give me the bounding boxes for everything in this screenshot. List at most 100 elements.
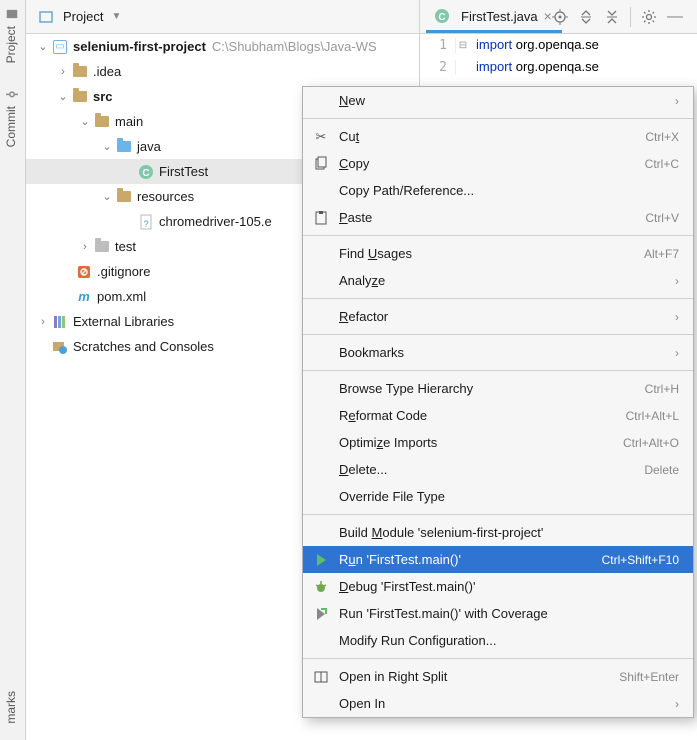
- separator: [303, 235, 693, 236]
- ctx-cut[interactable]: ✂CutCtrl+X: [303, 123, 693, 150]
- separator: [303, 658, 693, 659]
- label: Open In: [339, 696, 665, 711]
- chevron-down-icon[interactable]: ⌄: [56, 90, 70, 104]
- sidebar-tab-project[interactable]: Project: [0, 0, 22, 71]
- label: Run 'FirstTest.main()' with Coverage: [339, 606, 679, 621]
- label: Modify Run Configuration...: [339, 633, 679, 648]
- code-line: 1 ⊟ import org.openqa.se: [420, 34, 697, 56]
- paste-icon: [313, 210, 329, 226]
- run-icon: [313, 552, 329, 568]
- tree-node-root[interactable]: ⌄ ▭ selenium-first-project C:\Shubham\Bl…: [26, 34, 419, 59]
- root-path: C:\Shubham\Blogs\Java-WS: [212, 39, 377, 54]
- ctx-debug[interactable]: Debug 'FirstTest.main()': [303, 573, 693, 600]
- resources-folder-icon: [116, 189, 132, 205]
- ctx-delete[interactable]: Delete...Delete: [303, 456, 693, 483]
- sidebar-tab-bookmarks[interactable]: marks: [0, 683, 22, 732]
- close-icon[interactable]: ×: [544, 8, 552, 24]
- editor: C FirstTest.java × 1 ⊟ import org.openqa…: [419, 0, 697, 90]
- chevron-down-icon[interactable]: ⌄: [100, 140, 114, 154]
- line-number: 2: [420, 60, 456, 75]
- svg-text:C: C: [438, 12, 445, 23]
- ctx-copy-path[interactable]: Copy Path/Reference...: [303, 177, 693, 204]
- label: Browse Type Hierarchy: [339, 381, 635, 396]
- maven-icon: m: [76, 289, 92, 305]
- ctx-open-right-split[interactable]: Open in Right Split Shift+Enter: [303, 663, 693, 690]
- folder-icon: [94, 239, 110, 255]
- chevron-down-icon[interactable]: ⌄: [78, 115, 92, 129]
- ctx-reformat-code[interactable]: Reformat CodeCtrl+Alt+L: [303, 402, 693, 429]
- project-tab-label: Project: [4, 26, 18, 63]
- file-unknown-icon: ?: [138, 214, 154, 230]
- source-folder-icon: [116, 139, 132, 155]
- chevron-right-icon[interactable]: ›: [36, 315, 50, 329]
- project-view-label: Project: [63, 9, 103, 24]
- split-icon: [313, 669, 329, 685]
- ctx-build-module[interactable]: Build Module 'selenium-first-project': [303, 519, 693, 546]
- ctx-run[interactable]: Run 'FirstTest.main()'Ctrl+Shift+F10: [303, 546, 693, 573]
- node-label: .gitignore: [97, 264, 150, 279]
- tree-node-idea[interactable]: › .idea: [26, 59, 419, 84]
- project-view-selector[interactable]: Project ▼: [32, 7, 127, 27]
- bookmarks-tab-label: marks: [4, 691, 18, 724]
- code-line: 2 import org.openqa.se: [420, 56, 697, 78]
- shortcut: Ctrl+C: [645, 157, 679, 171]
- label: Override File Type: [339, 489, 679, 504]
- svg-text:?: ?: [143, 219, 148, 229]
- shortcut: Ctrl+Alt+O: [623, 436, 679, 450]
- node-label: src: [93, 89, 113, 104]
- label: Copy Path/Reference...: [339, 183, 679, 198]
- class-icon: C: [434, 8, 450, 24]
- separator: [303, 298, 693, 299]
- dropdown-icon: ▼: [111, 11, 121, 22]
- ctx-new[interactable]: New›: [303, 87, 693, 114]
- project-icon: [5, 8, 17, 20]
- node-label: test: [115, 239, 136, 254]
- scratches-icon: [52, 339, 68, 355]
- ctx-override-filetype[interactable]: Override File Type: [303, 483, 693, 510]
- submenu-arrow-icon: ›: [675, 310, 679, 324]
- submenu-arrow-icon: ›: [675, 346, 679, 360]
- ctx-browse-hierarchy[interactable]: Browse Type HierarchyCtrl+H: [303, 375, 693, 402]
- ctx-paste[interactable]: PasteCtrl+V: [303, 204, 693, 231]
- shortcut: Ctrl+Alt+L: [626, 409, 679, 423]
- code-area[interactable]: 1 ⊟ import org.openqa.se 2 import org.op…: [420, 34, 697, 78]
- ctx-run-coverage[interactable]: Run 'FirstTest.main()' with Coverage: [303, 600, 693, 627]
- chevron-right-icon[interactable]: ›: [78, 240, 92, 254]
- cut-icon: ✂: [313, 129, 329, 145]
- node-label: java: [137, 139, 161, 154]
- ctx-analyze[interactable]: Analyze›: [303, 267, 693, 294]
- chevron-down-icon[interactable]: ⌄: [100, 190, 114, 204]
- ctx-bookmarks[interactable]: Bookmarks›: [303, 339, 693, 366]
- folder-icon: [94, 114, 110, 130]
- separator: [303, 334, 693, 335]
- ctx-refactor[interactable]: Refactor›: [303, 303, 693, 330]
- ctx-optimize-imports[interactable]: Optimize ImportsCtrl+Alt+O: [303, 429, 693, 456]
- debug-icon: [313, 579, 329, 595]
- chevron-down-icon[interactable]: ⌄: [36, 40, 50, 54]
- editor-tab-bar: C FirstTest.java ×: [420, 0, 697, 34]
- node-label: FirstTest: [159, 164, 208, 179]
- submenu-arrow-icon: ›: [675, 94, 679, 108]
- coverage-icon: [313, 606, 329, 622]
- svg-text:C: C: [142, 168, 149, 179]
- shortcut: Shift+Enter: [619, 670, 679, 684]
- editor-tab-firsttest[interactable]: C FirstTest.java ×: [426, 2, 562, 33]
- context-menu: New› ✂CutCtrl+X CopyCtrl+C Copy Path/Ref…: [302, 86, 694, 718]
- sidebar-tab-commit[interactable]: Commit: [0, 80, 22, 155]
- chevron-right-icon[interactable]: ›: [56, 65, 70, 79]
- ctx-copy[interactable]: CopyCtrl+C: [303, 150, 693, 177]
- commit-tab-label: Commit: [4, 106, 18, 147]
- ctx-modify-run-config[interactable]: Modify Run Configuration...: [303, 627, 693, 654]
- libraries-icon: [52, 314, 68, 330]
- label: Open in Right Split: [339, 669, 609, 684]
- module-icon: ▭: [52, 39, 68, 55]
- project-view-icon: [38, 9, 54, 25]
- separator: [303, 514, 693, 515]
- node-label: resources: [137, 189, 194, 204]
- gitignore-icon: [76, 264, 92, 280]
- ctx-open-in[interactable]: Open In›: [303, 690, 693, 717]
- ctx-find-usages[interactable]: Find UsagesAlt+F7: [303, 240, 693, 267]
- folder-icon: [72, 64, 88, 80]
- submenu-arrow-icon: ›: [675, 274, 679, 288]
- fold-icon[interactable]: ⊟: [456, 40, 470, 51]
